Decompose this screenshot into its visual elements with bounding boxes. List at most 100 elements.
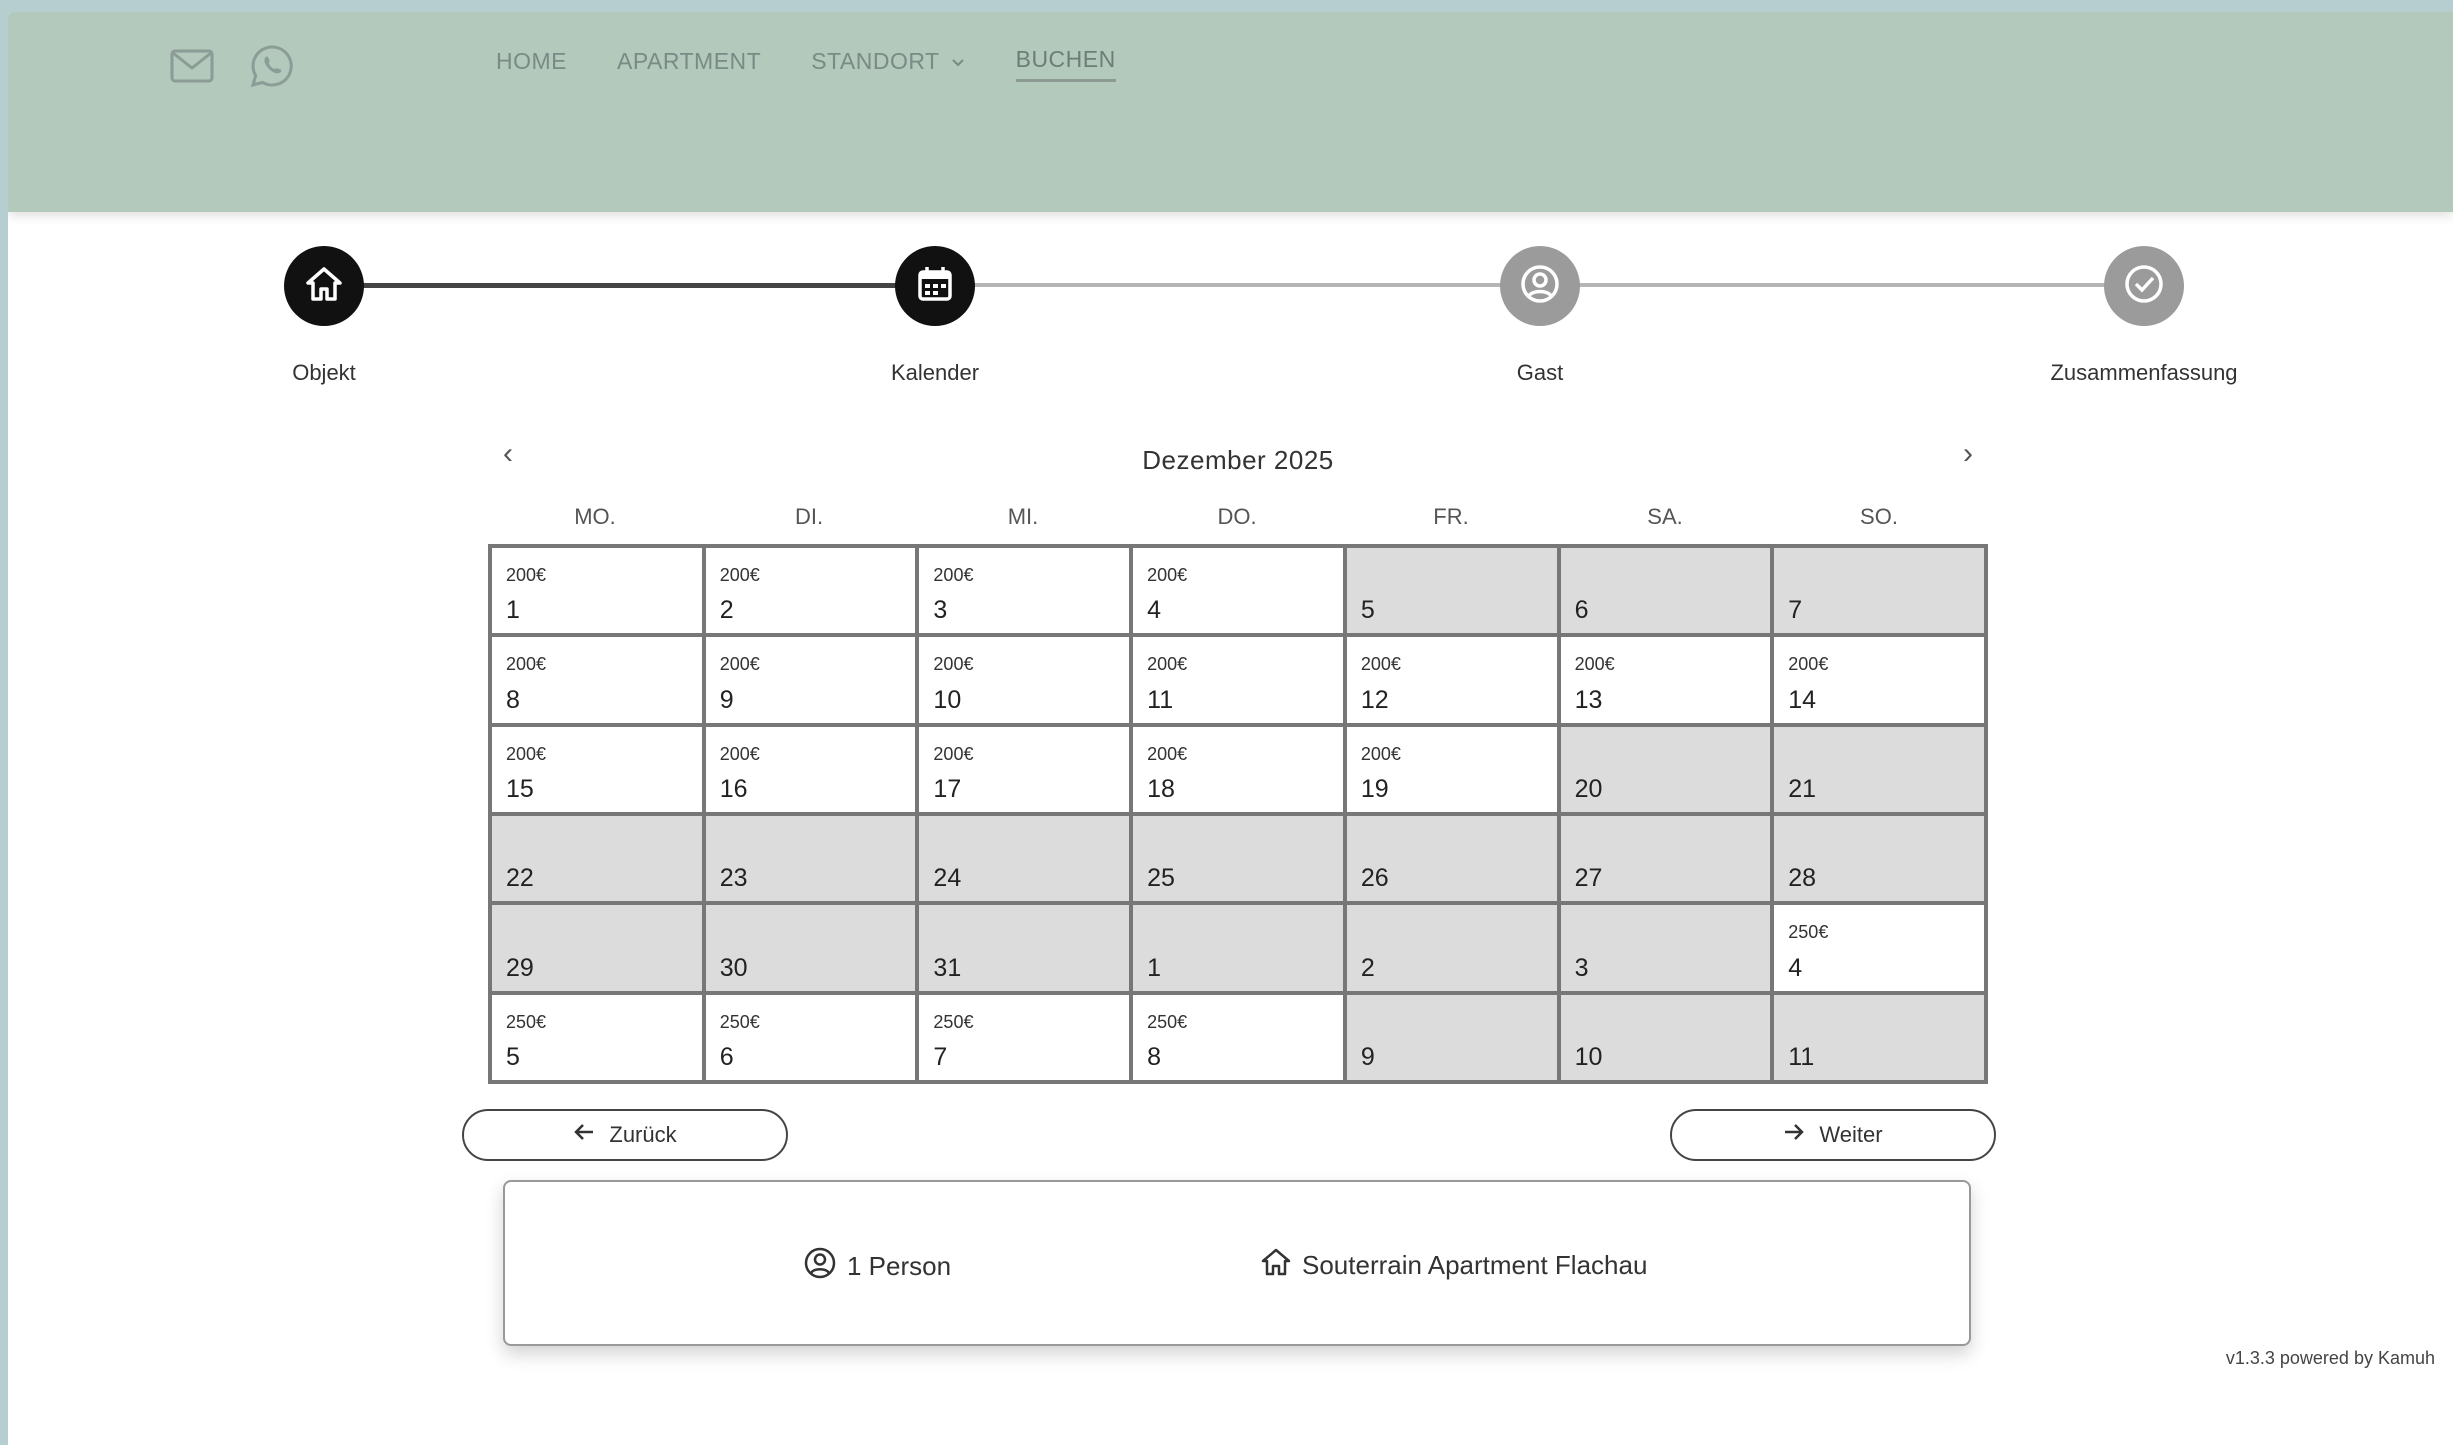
step-label-kalender: Kalender	[890, 360, 980, 385]
calendar-day-cell[interactable]: 200€ 16	[703, 724, 918, 814]
calendar-day-cell[interactable]: 200€ 8	[490, 635, 704, 725]
calendar-day-cell[interactable]: 250€ 6	[703, 992, 918, 1082]
calendar-day-cell: 25	[1131, 814, 1345, 904]
weekday-mi: MI.	[1007, 504, 1039, 529]
summary-persons: 1 Person	[803, 1246, 951, 1287]
day-number: 26	[1360, 864, 1389, 893]
calendar-day-cell[interactable]: 200€ 12	[1344, 635, 1559, 725]
day-number: 3	[933, 596, 948, 625]
day-price: 250€	[1147, 1011, 1188, 1032]
calendar-day-cell: 30	[703, 903, 918, 993]
step-label-objekt: Objekt	[292, 360, 356, 385]
day-number: 10	[1574, 1043, 1603, 1071]
calendar-day-cell[interactable]: 200€ 11	[1131, 635, 1345, 725]
day-number: 19	[1360, 775, 1389, 803]
weekday-di: DI.	[794, 504, 824, 529]
day-price: 200€	[506, 654, 547, 675]
day-price: 250€	[933, 1011, 974, 1032]
day-price: 200€	[1147, 654, 1188, 675]
day-number: 8	[1147, 1043, 1162, 1071]
check-circle-icon	[2123, 263, 2165, 310]
calendar-day-cell[interactable]: 200€ 18	[1131, 724, 1345, 814]
step-zusammenfassung[interactable]	[2104, 246, 2184, 326]
calendar-day-cell: 20	[1558, 724, 1773, 814]
calendar-grid: 200€ 1 200€ 2 200€ 3 200€ 4 5 6 7 200€ 8 200€ 9 200€ 10 2…	[488, 544, 1988, 1084]
arrow-left-icon	[573, 1122, 595, 1148]
day-number: 8	[506, 685, 520, 714]
step-objekt[interactable]	[284, 246, 364, 326]
day-number: 4	[1788, 953, 1803, 982]
calendar-day-cell[interactable]: 250€ 8	[1131, 992, 1345, 1082]
weekday-so: SO.	[1860, 504, 1898, 529]
next-button[interactable]: Weiter	[1670, 1109, 1996, 1161]
day-price: 200€	[933, 743, 974, 764]
day-price: 200€	[1147, 743, 1188, 764]
page: HOME APARTMENT STANDORT BUCHEN Objekt Ka…	[8, 12, 2453, 1445]
arrow-right-icon	[1783, 1122, 1805, 1148]
day-price: 200€	[933, 565, 974, 585]
day-number: 1	[506, 596, 520, 625]
day-price: 200€	[719, 743, 760, 764]
day-number: 7	[933, 1043, 948, 1071]
calendar-day-cell: 7	[1772, 546, 1986, 636]
calendar-day-cell[interactable]: 200€ 17	[917, 724, 1132, 814]
calendar-day-cell: 1	[1131, 903, 1345, 993]
day-number: 5	[1360, 596, 1375, 625]
day-number: 14	[1788, 685, 1817, 714]
weekday-mo: MO.	[574, 504, 616, 529]
back-button[interactable]: Zurück	[462, 1109, 788, 1161]
calendar-day-cell: 22	[490, 814, 704, 904]
day-number: 6	[1574, 596, 1589, 625]
step-label-zusammenfassung: Zusammenfassung	[2050, 360, 2238, 385]
calendar-day-cell[interactable]: 200€ 3	[917, 546, 1132, 636]
day-number: 9	[719, 685, 734, 714]
summary-apartment-label: Souterrain Apartment Flachau	[1302, 1250, 1648, 1280]
booking-summary: 1 Person Souterrain Apartment Flachau	[503, 1180, 1971, 1346]
stepper-line-done	[323, 283, 935, 288]
day-number: 22	[506, 864, 534, 893]
day-number: 6	[719, 1043, 734, 1071]
calendar-day-cell: 5	[1344, 546, 1559, 636]
calendar-day-cell[interactable]: 200€ 4	[1131, 546, 1345, 636]
weekday-fr: FR.	[1433, 504, 1469, 529]
calendar-day-cell[interactable]: 250€ 4	[1772, 903, 1986, 993]
day-number: 4	[1147, 596, 1162, 625]
home-icon	[304, 264, 344, 309]
day-number: 31	[933, 953, 962, 982]
calendar-day-cell[interactable]: 200€ 1	[490, 546, 704, 636]
calendar-day-cell: 31	[917, 903, 1132, 993]
month-title: Dezember 2025	[1142, 445, 1334, 475]
calendar-day-cell: 11	[1772, 992, 1986, 1082]
calendar-day-cell: 27	[1558, 814, 1773, 904]
step-gast[interactable]	[1500, 246, 1580, 326]
calendar-day-cell[interactable]: 200€ 9	[703, 635, 918, 725]
day-number: 2	[1360, 953, 1375, 982]
day-number: 11	[1788, 1043, 1815, 1071]
calendar-day-cell: 23	[703, 814, 918, 904]
day-price: 200€	[1360, 743, 1401, 764]
user-icon	[803, 1246, 837, 1287]
calendar-day-cell[interactable]: 200€ 19	[1344, 724, 1559, 814]
summary-persons-label: 1 Person	[847, 1251, 952, 1281]
calendar-day-cell[interactable]: 200€ 14	[1772, 635, 1986, 725]
calendar-day-cell[interactable]: 200€ 13	[1558, 635, 1773, 725]
calendar-day-cell[interactable]: 250€ 7	[917, 992, 1132, 1082]
calendar-day-cell: 6	[1558, 546, 1773, 636]
calendar-day-cell: 29	[490, 903, 704, 993]
calendar-day-cell: 10	[1558, 992, 1773, 1082]
day-number: 20	[1574, 775, 1603, 803]
step-kalender[interactable]	[895, 246, 975, 326]
calendar-day-cell[interactable]: 200€ 10	[917, 635, 1132, 725]
day-number: 15	[506, 775, 534, 803]
next-month-button[interactable]: ›	[1948, 437, 1988, 471]
day-number: 29	[506, 953, 534, 982]
day-number: 30	[719, 953, 748, 982]
calendar-day-cell[interactable]: 200€ 2	[703, 546, 918, 636]
calendar-day-cell[interactable]: 250€ 5	[490, 992, 704, 1082]
summary-apartment: Souterrain Apartment Flachau	[1260, 1246, 1647, 1285]
day-number: 23	[719, 864, 748, 893]
back-button-label: Zurück	[609, 1122, 677, 1147]
calendar-day-cell[interactable]: 200€ 15	[490, 724, 704, 814]
day-number: 1	[1147, 953, 1162, 982]
day-price: 250€	[506, 1011, 547, 1032]
